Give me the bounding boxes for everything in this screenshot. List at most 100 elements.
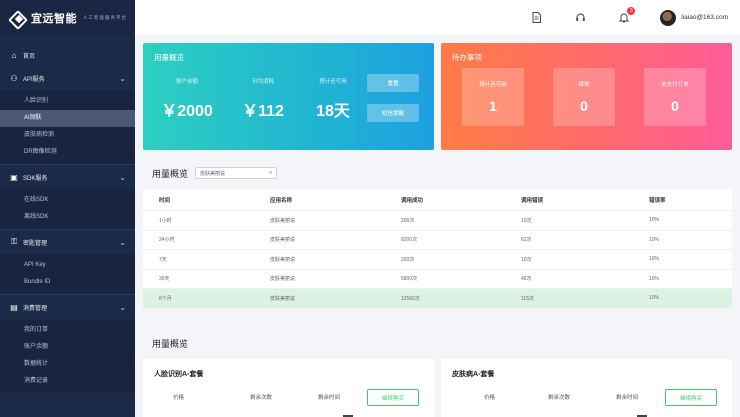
table-cell: 皮肤美丽说	[270, 256, 296, 263]
wallet-icon: ▤	[10, 302, 18, 312]
todo-item[interactable]: 未支付订单 0	[644, 68, 706, 126]
sidebar-item-skin-disease[interactable]: 皮肤病检测	[0, 127, 135, 144]
table-cell: 10%	[649, 295, 660, 302]
column-header: 时间	[159, 197, 171, 204]
continue-purchase-button[interactable]: 继续购买	[665, 389, 717, 406]
table-cell: 30天	[159, 276, 170, 283]
logo[interactable]: 宜远智能 人工智能服务平台	[0, 0, 135, 36]
sidebar-item-bundle-id[interactable]: Bundle ID	[0, 274, 135, 291]
sidebar-item-consumption[interactable]: 消费记录	[0, 373, 135, 390]
app-select[interactable]: 皮肤美丽说 ▾	[195, 167, 277, 179]
todo-value: 0	[580, 98, 588, 114]
sidebar-group-label: API服务	[23, 76, 45, 83]
table-cell: 皮肤美丽说	[270, 295, 296, 302]
table-row[interactable]: 1小时 皮肤美丽说 200次 10次 10%	[143, 211, 732, 231]
todo-value: 0	[671, 98, 679, 114]
package-col-label: 剩余时间	[318, 395, 341, 401]
package-col-label: 价格	[484, 395, 496, 401]
table-cell: 皮肤美丽说	[270, 276, 296, 283]
bell-icon[interactable]: 3	[618, 6, 636, 24]
sidebar-item-face-recognition[interactable]: 人脸识别	[0, 93, 135, 110]
sidebar-item-label: 首页	[23, 53, 36, 60]
notification-badge: 3	[627, 6, 636, 15]
logo-icon	[10, 10, 26, 26]
continue-purchase-button[interactable]: 继续购买	[367, 389, 419, 406]
table-cell: 10次	[521, 217, 532, 224]
headset-icon[interactable]	[574, 12, 586, 24]
package-col-label: 剩余次数	[548, 395, 571, 401]
chevron-down-icon: ⌄	[119, 237, 126, 247]
table-row[interactable]: 7天 皮肤美丽说 200次 10次 10%	[143, 250, 732, 270]
table-cell: 8200次	[401, 237, 418, 244]
table-cell: 10%	[649, 256, 660, 263]
package-col-label: 价格	[173, 395, 185, 401]
key-icon: ⚿	[10, 237, 18, 246]
card-title: 用量概览	[154, 53, 184, 62]
section-title: 用量概览	[152, 169, 189, 179]
stat-value: ￥112	[242, 103, 284, 120]
brand-name: 宜远智能	[31, 13, 77, 25]
stat-label: 日均消耗	[251, 79, 274, 85]
table-cell: 48次	[521, 276, 532, 283]
sidebar-item-home[interactable]: ⌂ 首页	[0, 44, 135, 66]
usage-table: 时间 应用名称 调用成功 调用错误 错误率 1小时 皮肤美丽说 200次 10次…	[143, 189, 732, 309]
sidebar-item-ai-skin-test[interactable]: AI测肤	[0, 110, 135, 127]
table-cell: 115次	[521, 295, 534, 302]
top-header: 3 liaiao@163.com	[135, 0, 740, 35]
brand-tagline: 人工智能服务平台	[83, 15, 127, 20]
package-card: 皮肤病A-套餐 价格 剩余次数 剩余时间 继续购买	[441, 359, 732, 417]
chevron-down-icon: ⌄	[119, 172, 126, 182]
sidebar-group-billing[interactable]: ▤ 消费管理 ⌄	[0, 295, 135, 319]
sidebar-item-statistics[interactable]: 数据统计	[0, 356, 135, 373]
sidebar-group-label: 消费管理	[23, 305, 48, 312]
todo-item[interactable]: 预计还可用 1	[462, 68, 524, 126]
sdk-icon: ▣	[10, 172, 18, 182]
home-icon: ⌂	[11, 50, 17, 60]
table-cell: 200次	[401, 256, 415, 263]
sidebar-group-sdk[interactable]: ▣ SDK服务 ⌄	[0, 165, 135, 189]
table-cell: 12560次	[401, 295, 420, 302]
usage-overview-card: 用量概览 账户余额 ￥2000 日均消耗 ￥112 预计还可用 18天 重置 短…	[143, 43, 434, 150]
package-col-label: 剩余次数	[250, 395, 273, 401]
user-email[interactable]: liaiao@163.com	[681, 14, 728, 21]
table-header: 时间 应用名称 调用成功 调用错误 错误率	[143, 189, 732, 211]
avatar[interactable]	[660, 9, 677, 26]
todo-item[interactable]: 续费 0	[553, 68, 615, 126]
table-cell: 7天	[159, 256, 167, 263]
table-cell: 10%	[649, 236, 660, 243]
table-row[interactable]: 24小时 皮肤美丽说 8200次 62次 10%	[143, 231, 732, 250]
reset-button[interactable]: 重置	[367, 74, 419, 92]
sms-reminder-button[interactable]: 短信提醒	[367, 104, 419, 122]
sidebar-item-offline-sdk[interactable]: 离线SDK	[0, 209, 135, 226]
todo-label: 续费	[578, 82, 590, 88]
sidebar-submenu-api: 人脸识别 AI测肤 皮肤病检测 DR图像检测	[0, 90, 135, 164]
sidebar-group-keys[interactable]: ⚿ 密匙管理 ⌄	[0, 230, 135, 254]
todo-card: 待办事项 预计还可用 1 续费 0 未支付订单 0	[441, 43, 732, 150]
table-cell: 24小时	[159, 237, 175, 244]
table-cell: 皮肤美丽说	[270, 237, 296, 244]
sidebar: 宜远智能 人工智能服务平台 ⌂ 首页 ⚇ API服务 ⌄ 人脸识别 AI测肤 皮…	[0, 0, 135, 417]
table-cell: 200次	[401, 217, 415, 224]
document-icon[interactable]	[530, 12, 542, 24]
sidebar-item-my-orders[interactable]: 我的订单	[0, 322, 135, 339]
sidebar-item-online-sdk[interactable]: 在线SDK	[0, 192, 135, 209]
sidebar-submenu-sdk: 在线SDK 离线SDK	[0, 189, 135, 229]
card-title: 待办事项	[452, 53, 482, 62]
sidebar-group-api[interactable]: ⚇ API服务 ⌄	[0, 66, 135, 90]
stat-daily-cost: 日均消耗 ￥112	[233, 77, 293, 121]
sidebar-item-dr-image[interactable]: DR图像检测	[0, 144, 135, 161]
chevron-down-icon: ⌄	[119, 73, 126, 83]
todo-label: 未支付订单	[661, 82, 689, 88]
chevron-down-icon: ▾	[269, 170, 272, 176]
sidebar-group-label: SDK服务	[23, 175, 48, 182]
table-row-highlighted[interactable]: 6个月 皮肤美丽说 12560次 115次 10%	[143, 289, 732, 309]
sidebar-item-api-key[interactable]: API Key	[0, 257, 135, 274]
select-value: 皮肤美丽说	[200, 170, 226, 177]
chevron-down-icon: ⌄	[119, 302, 126, 312]
stat-balance: 账户余额 ￥2000	[157, 77, 217, 121]
sidebar-item-balance[interactable]: 账户余额	[0, 339, 135, 356]
table-row[interactable]: 30天 皮肤美丽说 5800次 48次 10%	[143, 270, 732, 289]
stat-label: 预计还可用	[319, 79, 347, 85]
sidebar-submenu-billing: 我的订单 账户余额 数据统计 消费记录	[0, 319, 135, 393]
column-header: 调用成功	[401, 197, 424, 204]
